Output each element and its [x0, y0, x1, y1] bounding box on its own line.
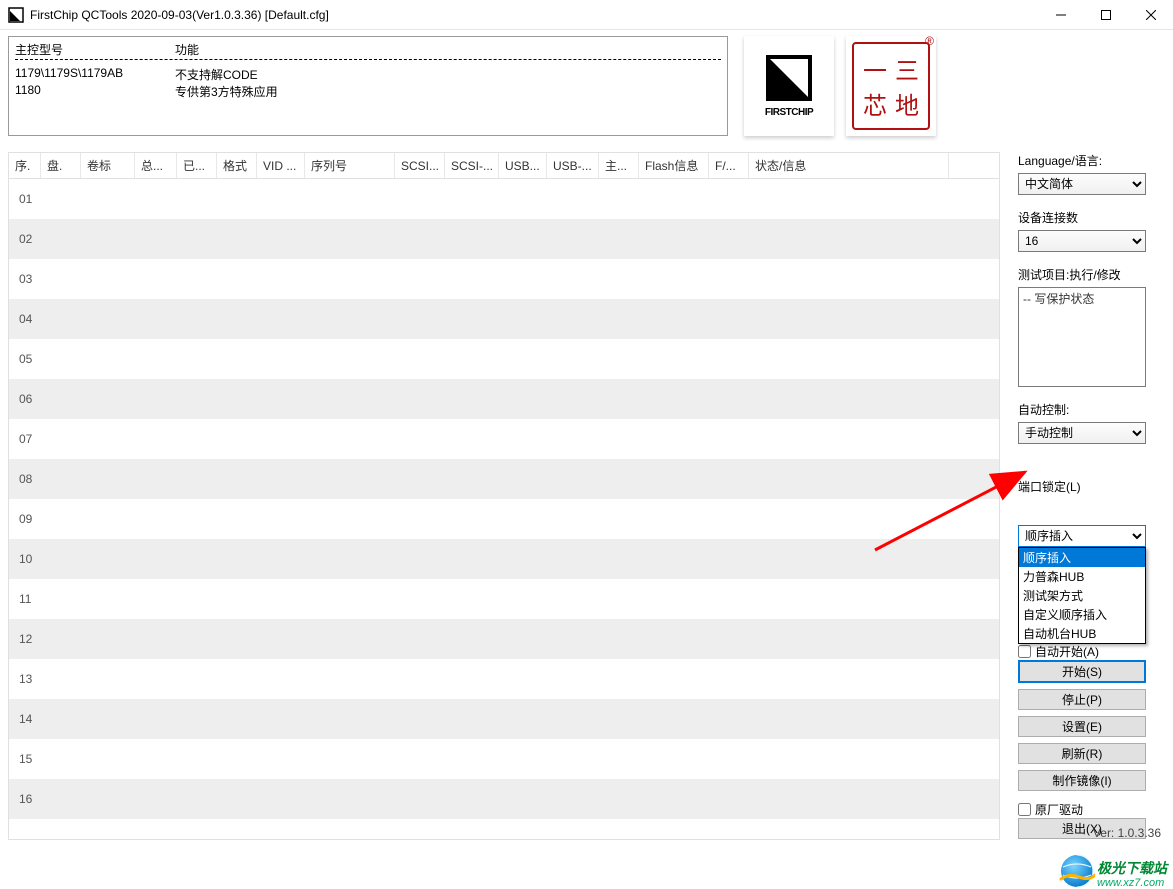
device-table: 序.盘.卷标总...已...格式VID ...序列号SCSI...SCSI-..… — [8, 152, 1000, 840]
column-header[interactable]: 盘. — [41, 153, 81, 178]
version-label: Ver: 1.0.3.36 — [1093, 826, 1161, 840]
column-header[interactable]: 序列号 — [305, 153, 395, 178]
info-function: 不支持解CODE — [175, 66, 278, 83]
column-header[interactable]: 总... — [135, 153, 177, 178]
port-lock-option[interactable]: 自定义顺序插入 — [1019, 605, 1145, 624]
firstchip-logo: FIRSTCHIP — [744, 36, 834, 136]
column-header[interactable]: VID ... — [257, 153, 305, 178]
stop-button[interactable]: 停止(P) — [1018, 689, 1146, 710]
row-index: 11 — [9, 592, 49, 606]
window-title: FirstChip QCTools 2020-09-03(Ver1.0.3.36… — [30, 8, 1038, 22]
row-index: 16 — [9, 792, 49, 806]
minimize-button[interactable] — [1038, 0, 1083, 29]
row-index: 10 — [9, 552, 49, 566]
column-header[interactable]: USB... — [499, 153, 547, 178]
row-index: 03 — [9, 272, 49, 286]
make-image-button[interactable]: 制作镜像(I) — [1018, 770, 1146, 791]
table-row[interactable]: 03 — [9, 259, 999, 299]
table-row[interactable]: 11 — [9, 579, 999, 619]
settings-button[interactable]: 设置(E) — [1018, 716, 1146, 737]
column-header[interactable]: Flash信息 — [639, 153, 709, 178]
row-index: 09 — [9, 512, 49, 526]
language-select[interactable]: 中文简体 — [1018, 173, 1146, 195]
column-header[interactable]: 状态/信息 — [749, 153, 949, 178]
yixinsandi-logo: ® 一 三 芯 地 — [846, 36, 936, 136]
table-row[interactable]: 14 — [9, 699, 999, 739]
column-header[interactable]: SCSI-... — [445, 153, 499, 178]
port-lock-option[interactable]: 顺序插入 — [1019, 548, 1145, 567]
factory-driver-checkbox[interactable] — [1018, 803, 1031, 816]
chip-info-box: 主控型号 功能 1179\1179S\1179AB不支持解CODE1180专供第… — [8, 36, 728, 136]
column-header[interactable]: 卷标 — [81, 153, 135, 178]
port-lock-option[interactable]: 自动机台HUB — [1019, 624, 1145, 643]
factory-driver-label: 原厂驱动 — [1035, 801, 1083, 818]
table-row[interactable]: 06 — [9, 379, 999, 419]
table-header: 序.盘.卷标总...已...格式VID ...序列号SCSI...SCSI-..… — [9, 153, 999, 179]
auto-control-select[interactable]: 手动控制 — [1018, 422, 1146, 444]
port-lock-select[interactable]: 顺序插入 — [1018, 525, 1146, 547]
language-label: Language/语言: — [1018, 152, 1165, 169]
port-lock-dropdown-list[interactable]: 顺序插入力普森HUB测试架方式自定义顺序插入自动机台HUB — [1018, 547, 1146, 644]
info-header-function: 功能 — [175, 41, 199, 60]
row-index: 14 — [9, 712, 49, 726]
info-model: 1179\1179S\1179AB — [15, 66, 175, 83]
auto-start-checkbox[interactable] — [1018, 645, 1031, 658]
table-row[interactable]: 09 — [9, 499, 999, 539]
port-lock-option[interactable]: 测试架方式 — [1019, 586, 1145, 605]
table-row[interactable]: 01 — [9, 179, 999, 219]
sidebar: Language/语言: 中文简体 设备连接数 16 测试项目:执行/修改 --… — [1000, 152, 1165, 840]
start-button[interactable]: 开始(S) — [1018, 660, 1146, 683]
column-header[interactable]: USB-... — [547, 153, 599, 178]
column-header[interactable]: 格式 — [217, 153, 257, 178]
app-icon — [8, 7, 24, 23]
info-model: 1180 — [15, 83, 175, 100]
row-index: 12 — [9, 632, 49, 646]
column-header[interactable]: SCSI... — [395, 153, 445, 178]
table-row[interactable]: 05 — [9, 339, 999, 379]
table-row[interactable]: 15 — [9, 739, 999, 779]
row-index: 15 — [9, 752, 49, 766]
row-index: 06 — [9, 392, 49, 406]
device-count-select[interactable]: 16 — [1018, 230, 1146, 252]
test-items-box[interactable]: -- 写保护状态 — [1018, 287, 1146, 387]
table-row[interactable]: 12 — [9, 619, 999, 659]
port-lock-option[interactable]: 力普森HUB — [1019, 567, 1145, 586]
info-header-model: 主控型号 — [15, 41, 175, 60]
column-header[interactable]: 已... — [177, 153, 217, 178]
table-row[interactable]: 07 — [9, 419, 999, 459]
row-index: 02 — [9, 232, 49, 246]
close-button[interactable] — [1128, 0, 1173, 29]
row-index: 13 — [9, 672, 49, 686]
refresh-button[interactable]: 刷新(R) — [1018, 743, 1146, 764]
table-row[interactable]: 08 — [9, 459, 999, 499]
column-header[interactable]: F/... — [709, 153, 749, 178]
row-index: 07 — [9, 432, 49, 446]
titlebar: FirstChip QCTools 2020-09-03(Ver1.0.3.36… — [0, 0, 1173, 30]
table-row[interactable]: 10 — [9, 539, 999, 579]
table-row[interactable]: 13 — [9, 659, 999, 699]
auto-control-label: 自动控制: — [1018, 401, 1165, 418]
device-count-label: 设备连接数 — [1018, 209, 1165, 226]
column-header[interactable]: 序. — [9, 153, 41, 178]
divider — [15, 59, 721, 60]
row-index: 08 — [9, 472, 49, 486]
maximize-button[interactable] — [1083, 0, 1128, 29]
row-index: 01 — [9, 192, 49, 206]
row-index: 04 — [9, 312, 49, 326]
info-function: 专供第3方特殊应用 — [175, 83, 278, 100]
column-header[interactable]: 主... — [599, 153, 639, 178]
auto-start-label: 自动开始(A) — [1035, 643, 1099, 660]
row-index: 05 — [9, 352, 49, 366]
port-lock-label: 端口锁定(L) — [1018, 478, 1165, 495]
table-row[interactable]: 16 — [9, 779, 999, 819]
table-row[interactable]: 02 — [9, 219, 999, 259]
table-row[interactable]: 04 — [9, 299, 999, 339]
test-items-label: 测试项目:执行/修改 — [1018, 266, 1165, 283]
